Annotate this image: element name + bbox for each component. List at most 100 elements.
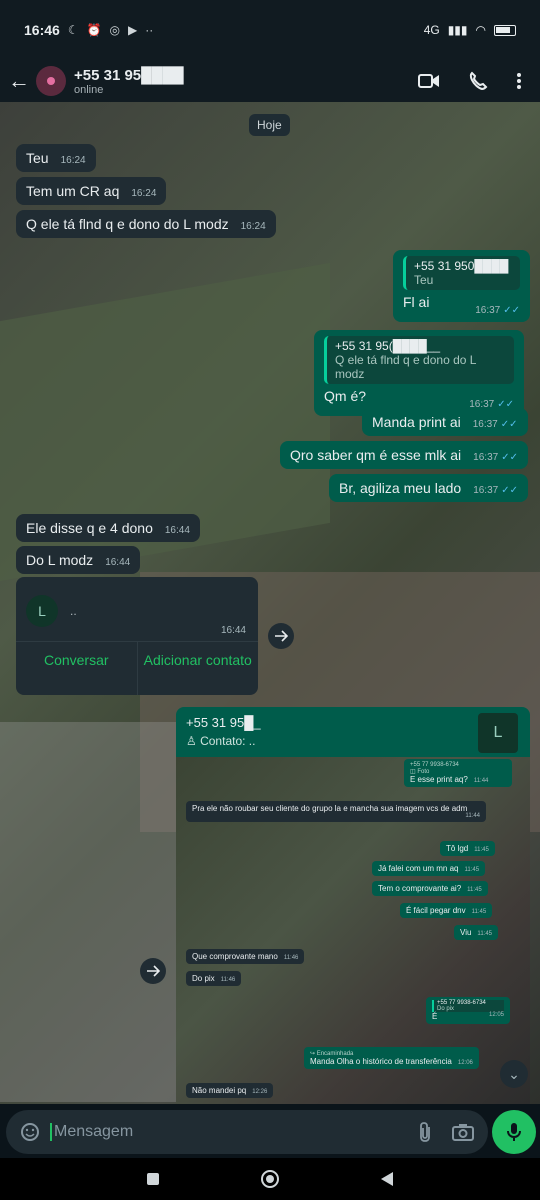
screenshot-time: 11:45 [467, 887, 482, 893]
message-incoming[interactable]: Q ele tá flnd q e dono do L modz 16:24 [16, 210, 276, 238]
quoted-message[interactable]: +55 31 950████ Teu [403, 256, 520, 290]
read-tick-icon: ✓✓ [500, 419, 518, 430]
message-outgoing[interactable]: +55 31 95(████__ Q ele tá flnd q e dono … [314, 330, 524, 416]
quote-author: +55 31 95(████__ [335, 339, 441, 353]
home-icon[interactable] [260, 1169, 280, 1189]
shared-contact-sub-text: Contato: .. [200, 734, 256, 748]
status-time: 16:46 [24, 22, 60, 38]
avatar[interactable] [36, 66, 66, 96]
message-text: Teu [26, 150, 49, 166]
shared-contact-avatar: L [478, 713, 518, 753]
attach-icon[interactable] [418, 1121, 432, 1143]
screenshot-text: Viu [460, 928, 472, 937]
message-outgoing[interactable]: Manda print ai 16:37 ✓✓ [362, 408, 528, 436]
recents-icon[interactable] [146, 1172, 160, 1186]
screenshot-time: 11:45 [464, 867, 480, 873]
more-notifications-icon: ·· [145, 23, 154, 37]
message-time: 16:44 [220, 625, 246, 636]
message-incoming[interactable]: Teu 16:24 [16, 144, 96, 172]
screenshot-message: ↪ Encaminhada Manda Olha o histórico de … [304, 1047, 479, 1069]
status-bar: 16:46 ☾ ⏰ ◎ ▶ ·· 4G ▮▮▮ ◠ [0, 0, 540, 60]
moon-icon: ☾ [67, 23, 79, 37]
contact-status: online [74, 83, 104, 96]
input-actions [418, 1121, 474, 1143]
scroll-down-button[interactable]: ⌄ [500, 1060, 528, 1088]
screenshot-message: Tem o comprovante ai? 11:45 [372, 881, 488, 896]
contact-card-incoming[interactable]: L .. 16:44 Conversar Adicionar contato [16, 577, 258, 695]
chat-with-contact-button[interactable]: Conversar [16, 642, 137, 695]
message-incoming[interactable]: Do L modz 16:44 [16, 546, 141, 574]
message-time: 16:24 [240, 221, 266, 232]
contact-card-actions: Conversar Adicionar contato [16, 641, 258, 695]
screenshot-time: 12:06 [457, 1060, 473, 1066]
person-icon: ♙ [186, 734, 201, 748]
screenshot-text: Já falei com um mn aq [378, 864, 459, 873]
more-options-icon[interactable] [516, 72, 522, 90]
screenshot-message: Que comprovante mano 11:46 [186, 949, 305, 964]
signal-icon: ▮▮▮ [447, 23, 468, 37]
shared-contact-name: +55 31 95█_ [186, 715, 261, 730]
mic-button[interactable] [492, 1110, 536, 1154]
forward-icon[interactable] [268, 623, 294, 649]
quote-text: Teu [414, 273, 434, 287]
input-bar: Mensagem [0, 1104, 540, 1158]
message-text: Br, agiliza meu lado [339, 480, 462, 496]
screenshot-message: Pra ele não roubar seu cliente do grupo … [186, 801, 486, 822]
screenshot-time: 12:26 [252, 1089, 268, 1095]
screenshot-time: 11:44 [473, 778, 489, 784]
message-input[interactable]: Mensagem [6, 1110, 488, 1154]
screenshot-message: Tô lgd 11:45 [440, 841, 495, 856]
message-time: 16:44 [164, 525, 190, 536]
forward-icon[interactable] [140, 958, 166, 984]
chat-area[interactable]: Hoje Teu 16:24 Tem um CR aq 16:24 Q ele tá… [0, 102, 540, 1104]
screenshot-text: Que comprovante mano [192, 952, 278, 961]
screenshot-time: 12:05 [488, 1012, 504, 1018]
message-time: 16:37 [475, 305, 501, 316]
add-contact-button[interactable]: Adicionar contato [136, 642, 259, 695]
screenshot-time: 11:44 [465, 813, 480, 819]
screenshot-message: Não mandei pq 12:26 [186, 1083, 274, 1098]
quoted-message[interactable]: +55 31 95(████__ Q ele tá flnd q e dono … [324, 336, 514, 384]
message-text: Q ele tá flnd q e dono do L modz [26, 216, 229, 232]
back-icon[interactable] [380, 1171, 394, 1187]
screenshot-message: Viu 11:45 [454, 925, 498, 940]
status-right: 4G ▮▮▮ ◠ [424, 23, 516, 37]
date-chip: Hoje [249, 114, 290, 136]
youtube-icon: ▶ [128, 23, 138, 37]
quote-text: Q ele tá flnd q e dono do L modz [335, 353, 476, 381]
contact-info[interactable]: +55 31 95████ online [74, 67, 184, 96]
message-incoming[interactable]: Tem um CR aq 16:24 [16, 177, 167, 205]
message-outgoing[interactable]: +55 31 950████ Teu Fl ai 16:37 ✓✓ [393, 250, 530, 322]
read-tick-icon: ✓✓ [501, 452, 518, 463]
back-arrow-icon[interactable]: ← [8, 68, 30, 94]
screenshot-text: Não mandei pq [192, 1086, 247, 1095]
video-call-icon[interactable] [418, 73, 440, 89]
screenshot-text: É fácil pegar dnv [406, 906, 466, 915]
contact-name: +55 31 95████ [74, 66, 184, 84]
screenshot-message: Do pix 11:46 [186, 971, 242, 986]
double-chevron-down-icon: ⌄ [508, 1065, 520, 1082]
battery-icon [494, 24, 516, 36]
screenshot-time: 11:45 [477, 931, 492, 937]
shared-contact-header[interactable]: +55 31 95█_ ♙ Contato: .. L [176, 707, 530, 757]
message-incoming[interactable]: Ele disse q e 4 dono 16:44 [16, 514, 200, 542]
message-text: Do L modz [26, 552, 94, 568]
screenshot-text: Do pix [192, 974, 215, 983]
shared-contact-sub: ♙ Contato: .. [186, 734, 520, 748]
header-actions [418, 71, 532, 91]
message-time: 16:37 [472, 419, 498, 430]
status-notification-icons: ☾ ⏰ ◎ ▶ ·· [68, 23, 153, 37]
message-outgoing[interactable]: Qro saber qm é esse mlk ai 16:37 ✓✓ [280, 441, 528, 469]
screenshot-message: +55 77 9938-6734 ◫ Foto E esse print aq?… [404, 759, 512, 787]
system-nav-bar [0, 1158, 540, 1200]
phone-call-icon[interactable] [468, 71, 488, 91]
read-tick-icon: ✓✓ [503, 305, 520, 316]
camera-icon[interactable] [452, 1123, 474, 1141]
image-attachment[interactable]: +55 77 9938-6734 ◫ Foto E esse print aq?… [176, 757, 530, 1104]
message-outgoing[interactable]: Br, agiliza meu lado 16:37 ✓✓ [329, 474, 528, 502]
message-text: Qm é? [324, 388, 367, 404]
message-time: 16:24 [131, 188, 157, 199]
message-text: Qro saber qm é esse mlk ai [290, 447, 462, 463]
sticker-icon[interactable] [20, 1122, 40, 1142]
message-outgoing-screenshot[interactable]: +55 31 95█_ ♙ Contato: .. L +55 77 9938-… [176, 707, 530, 1104]
